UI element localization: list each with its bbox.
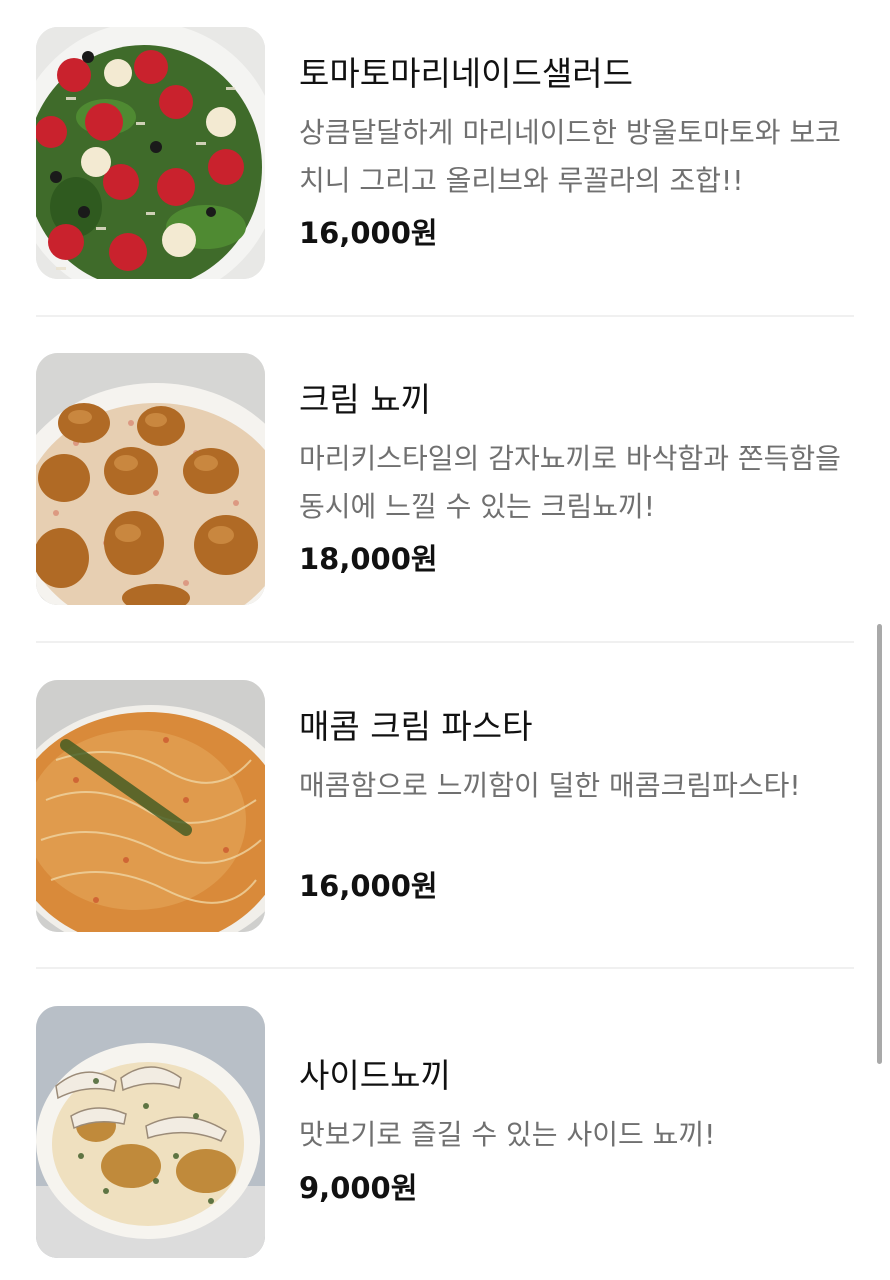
scrollbar[interactable] <box>877 624 882 1064</box>
menu-item-cream-gnocchi[interactable]: 크림 뇨끼 마리키스타일의 감자뇨끼로 바삭함과 쫀득함을 동시에 느낄 수 있… <box>36 353 854 605</box>
menu-item-price: 16,000원 <box>299 216 438 250</box>
divider <box>36 315 854 317</box>
menu-item-description: 맛보기로 즐길 수 있는 사이드 뇨끼! <box>299 1118 716 1151</box>
salad-photo-graphic <box>36 27 265 279</box>
cream-gnocchi-photo-graphic <box>36 353 265 605</box>
menu-item-price: 9,000원 <box>299 1171 418 1205</box>
side-gnocchi-photo-graphic <box>36 1006 265 1258</box>
menu-item-name: 사이드뇨끼 <box>299 1056 451 1095</box>
menu-item-description: 마리키스타일의 감자뇨끼로 바삭함과 쫀득함을 동시에 느낄 수 있는 크림뇨끼… <box>299 442 841 523</box>
menu-item-price: 16,000원 <box>299 869 438 903</box>
spicy-cream-pasta-photo[interactable] <box>36 680 265 932</box>
menu-item-side-gnocchi[interactable]: 사이드뇨끼 맛보기로 즐길 수 있는 사이드 뇨끼! 9,000원 <box>36 1006 854 1258</box>
side-gnocchi-photo[interactable] <box>36 1006 265 1258</box>
menu-item-price: 18,000원 <box>299 542 438 576</box>
menu-item-name: 매콤 크림 파스타 <box>299 707 533 746</box>
divider <box>36 967 854 969</box>
cream-gnocchi-photo[interactable] <box>36 353 265 605</box>
salad-photo[interactable] <box>36 27 265 279</box>
menu-item-description: 상큼달달하게 마리네이드한 방울토마토와 보코치니 그리고 올리브와 루꼴라의 … <box>299 116 841 197</box>
menu-item-spicy-cream-pasta[interactable]: 매콤 크림 파스타 매콤함으로 느끼함이 덜한 매콤크림파스타! 16,000원 <box>36 680 854 932</box>
menu-item-name: 토마토마리네이드샐러드 <box>299 54 633 93</box>
menu-item-tomato-salad[interactable]: 토마토마리네이드샐러드 상큼달달하게 마리네이드한 방울토마토와 보코치니 그리… <box>36 27 854 279</box>
menu-item-name: 크림 뇨끼 <box>299 380 431 419</box>
spicy-cream-pasta-photo-graphic <box>36 680 265 932</box>
menu-item-description: 매콤함으로 느끼함이 덜한 매콤크림파스타! <box>299 769 801 802</box>
divider <box>36 641 854 643</box>
